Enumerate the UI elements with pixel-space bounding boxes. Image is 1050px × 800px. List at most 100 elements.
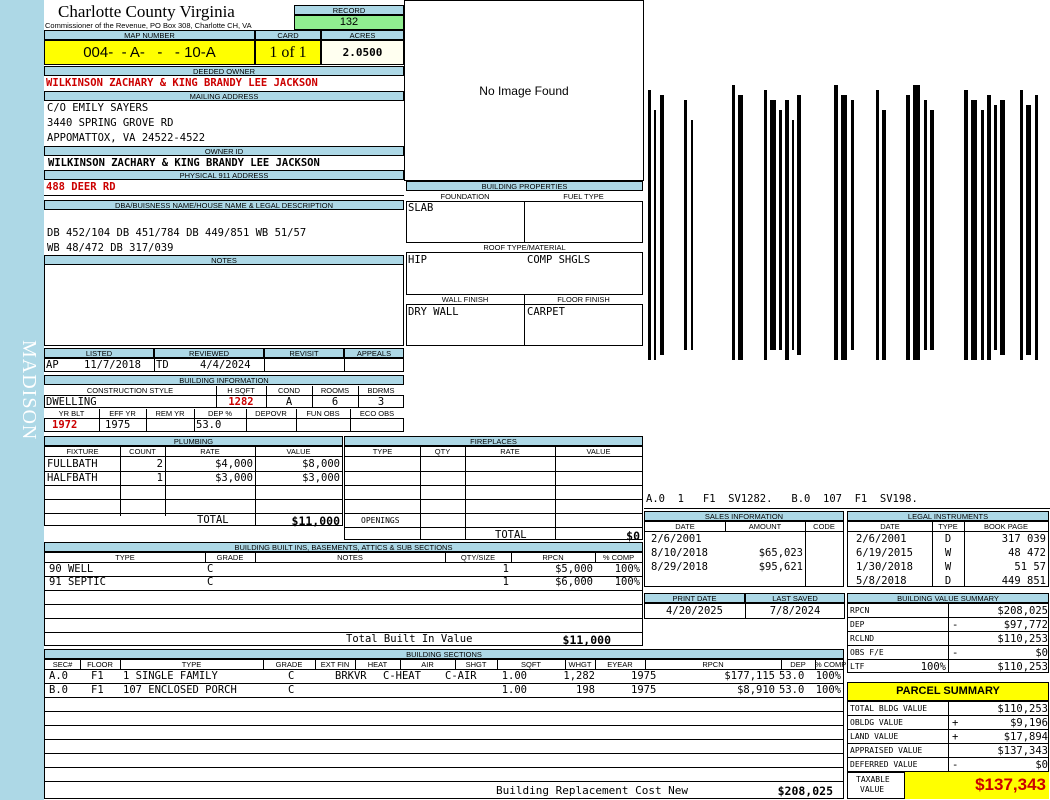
plumbing-value: $8,000 bbox=[302, 458, 340, 470]
row-divider bbox=[45, 485, 342, 486]
map-number-label: MAP NUMBER bbox=[44, 30, 255, 40]
reviewed-code: TD bbox=[156, 359, 169, 371]
fireplace-total-label: TOTAL bbox=[495, 529, 527, 541]
value-summary-value: $97,772 bbox=[1003, 619, 1048, 631]
fireplace-header: TYPE bbox=[372, 447, 393, 456]
owner-id-value: WILKINSON ZACHARY & KING BRANDY LEE JACK… bbox=[48, 157, 320, 169]
section-header: SEC# bbox=[52, 660, 73, 669]
sales-header: CODE bbox=[813, 522, 835, 531]
section-floor: F1 bbox=[91, 684, 104, 696]
section-header: EXT FIN bbox=[320, 660, 350, 669]
parcel-label: TOTAL BLDG VALUE bbox=[850, 704, 928, 713]
legal-instruments-title: LEGAL INSTRUMENTS bbox=[847, 511, 1049, 521]
bdrms-label: BDRMS bbox=[367, 386, 395, 395]
record-value: 132 bbox=[294, 15, 404, 30]
row-divider bbox=[45, 753, 843, 754]
legal-header: BOOK PAGE bbox=[983, 522, 1029, 531]
print-date-value: 4/20/2025 bbox=[666, 605, 723, 617]
parcel-label: APPRAISED VALUE bbox=[850, 746, 923, 755]
acres-value: 2.0500 bbox=[321, 40, 404, 65]
deeded-owner-label: DEEDED OWNER bbox=[44, 66, 404, 76]
record-label: RECORD bbox=[294, 5, 404, 15]
legal-bookpage: 317 039 bbox=[1001, 533, 1046, 545]
column-divider bbox=[948, 702, 949, 772]
parcel-summary-table: TOTAL BLDG VALUE $110,253 OBLDG VALUE + $9,1… bbox=[847, 701, 1049, 772]
legal-bookpage: 51 57 bbox=[1014, 561, 1046, 573]
sales-table: DATE AMOUNT CODE 2/6/2001 8/10/2018 $65,023 8/… bbox=[644, 521, 844, 587]
builtin-header: TYPE bbox=[115, 553, 135, 562]
section-dep: 53.0 bbox=[779, 670, 805, 682]
row-divider bbox=[45, 499, 342, 500]
parcel-label: LAND VALUE bbox=[850, 732, 899, 741]
notes-box bbox=[44, 265, 404, 346]
wall-finish-label: WALL FINISH bbox=[441, 295, 489, 304]
mailing-address-label: MAILING ADDRESS bbox=[44, 91, 404, 101]
column-divider bbox=[645, 660, 646, 669]
parcel-summary-title: PARCEL SUMMARY bbox=[847, 682, 1049, 701]
foundation-label: FOUNDATION bbox=[440, 192, 490, 201]
plumbing-header: COUNT bbox=[129, 447, 156, 456]
column-divider bbox=[355, 660, 356, 669]
physical-address-label: PHYSICAL 911 ADDRESS bbox=[44, 170, 404, 180]
notes-label: NOTES bbox=[44, 255, 404, 265]
sale-date: 8/10/2018 bbox=[651, 547, 708, 559]
bdrms-value: 3 bbox=[377, 396, 385, 408]
replacement-cost-label: Building Replacement Cost New bbox=[496, 784, 689, 797]
value-summary-extra: 100% bbox=[920, 661, 946, 673]
builtin-header: RPCN bbox=[542, 553, 564, 562]
construction-style-value: DWELLING bbox=[46, 396, 97, 408]
building-sections-table: SEC# FLOOR TYPE GRADE EXT FIN HEAT AIR SHGT SQFT… bbox=[44, 659, 846, 799]
legal-type: W bbox=[944, 547, 952, 559]
plumbing-fixture: HALFBATH bbox=[47, 472, 98, 484]
funobs-label: FUN OBS bbox=[306, 409, 340, 418]
rooms-label: ROOMS bbox=[320, 386, 350, 395]
row-divider bbox=[45, 618, 642, 619]
building-properties-title: BUILDING PROPERTIES bbox=[406, 181, 643, 191]
builtin-qty: 1 bbox=[502, 576, 509, 588]
legal-date: 2/6/2001 bbox=[856, 533, 907, 545]
value-summary-title: BUILDING VALUE SUMMARY bbox=[847, 593, 1049, 603]
legal-bookpage: 449 851 bbox=[1001, 575, 1046, 587]
row-divider bbox=[848, 531, 1048, 532]
column-divider bbox=[497, 660, 498, 669]
section-grade: C bbox=[288, 684, 295, 696]
builtin-total-value: $11,000 bbox=[562, 633, 611, 647]
section-header: WHGT bbox=[568, 660, 592, 669]
fireplaces-table: TYPE QTY RATE VALUE OPENINGS TOTAL $0 bbox=[344, 446, 643, 543]
legal-desc-label: DBA/BUISNESS NAME/HOUSE NAME & LEGAL DES… bbox=[44, 200, 404, 210]
column-divider bbox=[315, 660, 316, 669]
builtin-header: % COMP bbox=[602, 553, 635, 562]
sketch-legend: A.0 1 F1 SV1282. B.0 107 F1 SV198. bbox=[646, 493, 918, 505]
roof-label: ROOF TYPE/MATERIAL bbox=[483, 243, 566, 252]
plumbing-total-label: TOTAL bbox=[197, 514, 229, 526]
builtin-qty: 1 bbox=[502, 563, 509, 575]
legal-type: W bbox=[944, 561, 952, 573]
foundation-value: SLAB bbox=[408, 202, 434, 214]
section-dep: 53.0 bbox=[779, 684, 805, 696]
fuel-type-label: FUEL TYPE bbox=[563, 192, 604, 201]
value-summary-label: RPCN bbox=[850, 606, 870, 615]
effyr-value: 1975 bbox=[105, 419, 131, 431]
section-header: RPCN bbox=[702, 660, 724, 669]
section-header: DEP bbox=[790, 660, 806, 669]
plumbing-value: $3,000 bbox=[302, 472, 340, 484]
district-label: MADISON bbox=[18, 340, 40, 441]
plumbing-rate: $4,000 bbox=[215, 458, 253, 470]
sales-title: SALES INFORMATION bbox=[644, 511, 844, 521]
builtin-rpcn: $5,000 bbox=[555, 563, 593, 575]
plumbing-fixture: FULLBATH bbox=[47, 458, 98, 470]
builtins-table: TYPE GRADE NOTES QTY/SIZE RPCN % COMP 90 WELL C… bbox=[44, 552, 643, 647]
builtin-header: QTY/SIZE bbox=[460, 553, 496, 562]
map-number-value: 004- - A- - - 10-A bbox=[44, 40, 255, 65]
fireplaces-title: FIREPLACES bbox=[344, 436, 643, 446]
parcel-value: $17,894 bbox=[1003, 731, 1048, 743]
wall-finish-value: DRY WALL bbox=[408, 306, 459, 318]
section-heat: C-HEAT bbox=[383, 670, 421, 682]
section-header: HEAT bbox=[367, 660, 388, 669]
column-divider bbox=[263, 660, 264, 669]
legal-date: 6/19/2015 bbox=[856, 547, 913, 559]
column-divider bbox=[255, 513, 256, 526]
section-rpcn: $177,115 bbox=[724, 670, 775, 682]
taxable-value: $137,343 bbox=[904, 772, 1049, 799]
replacement-cost-value: $208,025 bbox=[777, 784, 833, 798]
